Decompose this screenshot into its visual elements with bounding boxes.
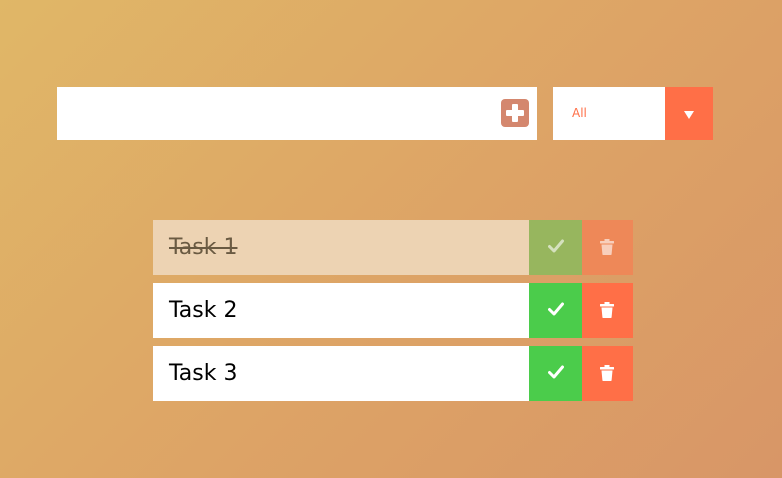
- todo-form: [57, 87, 537, 140]
- todo-text: Task 3: [169, 361, 238, 386]
- add-todo-button[interactable]: [501, 99, 529, 127]
- complete-button[interactable]: [529, 220, 582, 275]
- delete-button[interactable]: [582, 220, 633, 275]
- delete-button[interactable]: [582, 346, 633, 401]
- todo-text: Task 1: [169, 235, 238, 260]
- delete-button[interactable]: [582, 283, 633, 338]
- todo-item: Task 2: [153, 283, 633, 338]
- complete-button[interactable]: [529, 283, 582, 338]
- check-icon: [548, 239, 564, 253]
- todo-item: Task 1: [153, 220, 633, 275]
- check-icon: [548, 302, 564, 316]
- complete-button[interactable]: [529, 346, 582, 401]
- todo-list: Task 1 Task 2 Task 3: [153, 220, 633, 409]
- filter-dropdown-toggle[interactable]: [665, 87, 713, 140]
- check-icon: [548, 365, 564, 379]
- todo-item: Task 3: [153, 346, 633, 401]
- filter-select[interactable]: All: [553, 87, 713, 140]
- trash-icon: [600, 239, 614, 255]
- filter-selected-value: All: [572, 106, 587, 120]
- trash-icon: [600, 365, 614, 381]
- caret-down-icon: [684, 111, 694, 119]
- todo-text: Task 2: [169, 298, 238, 323]
- todo-input[interactable]: [57, 87, 487, 140]
- trash-icon: [600, 302, 614, 318]
